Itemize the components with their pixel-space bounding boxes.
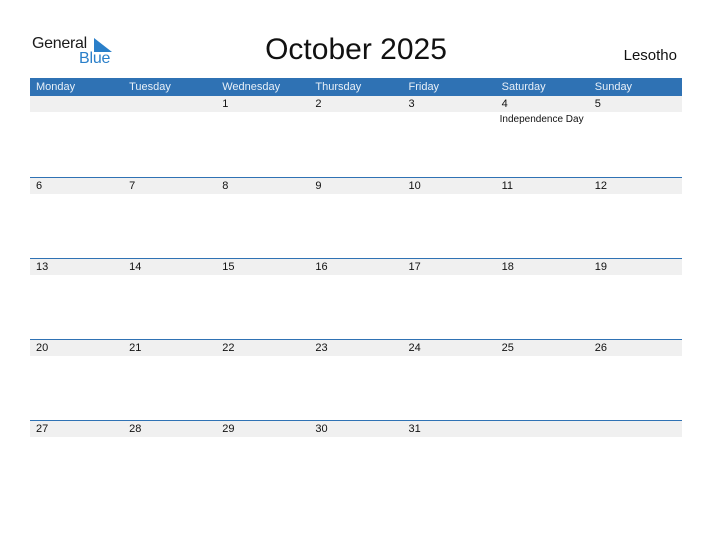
day-cell: 14 (123, 259, 216, 339)
day-number: 22 (222, 342, 235, 354)
day-cell: 8 (216, 178, 309, 258)
day-number: 10 (408, 180, 421, 192)
day-number: 28 (129, 423, 142, 435)
day-cell: 31 (403, 421, 496, 501)
day-cell (30, 96, 123, 176)
week-cells: 27 28 29 30 31 (30, 421, 682, 501)
day-number: 21 (129, 342, 142, 354)
day-number: 18 (501, 261, 514, 273)
day-cell: 5 (589, 96, 682, 176)
day-number: 13 (36, 261, 49, 273)
week-cells: 13 14 15 16 17 18 19 (30, 259, 682, 339)
day-cell: 16 (309, 259, 402, 339)
day-cell: 9 (309, 178, 402, 258)
week-row: 6 7 8 9 10 11 12 (30, 177, 682, 258)
day-cell: 17 (403, 259, 496, 339)
day-number: 31 (408, 423, 421, 435)
day-number: 17 (408, 261, 421, 273)
weekday-header: Monday Tuesday Wednesday Thursday Friday… (30, 78, 682, 96)
country-label: Lesotho (623, 47, 677, 64)
day-cell: 1 (216, 96, 309, 176)
day-number: 19 (594, 261, 607, 273)
day-number: 26 (594, 342, 607, 354)
weekday-label: Thursday (315, 81, 362, 93)
calendar-grid: Monday Tuesday Wednesday Thursday Friday… (30, 78, 682, 501)
day-cell: 28 (123, 421, 216, 501)
weekday-label: Friday (408, 81, 440, 93)
day-number: 5 (594, 98, 601, 110)
day-cell: 19 (589, 259, 682, 339)
day-number: 4 (501, 98, 508, 110)
day-number: 12 (594, 180, 607, 192)
day-cell: 15 (216, 259, 309, 339)
week-row: 1 2 3 4 Independence Day 5 (30, 96, 682, 177)
week-cells: 1 2 3 4 Independence Day 5 (30, 96, 682, 176)
day-cell: 24 (403, 340, 496, 420)
week-cells: 6 7 8 9 10 11 12 (30, 178, 682, 258)
day-cell: 22 (216, 340, 309, 420)
day-number: 23 (315, 342, 328, 354)
week-cells: 20 21 22 23 24 25 26 (30, 340, 682, 420)
day-number: 20 (36, 342, 49, 354)
day-cell: 25 (496, 340, 589, 420)
day-number: 14 (129, 261, 142, 273)
day-cell: 23 (309, 340, 402, 420)
calendar-title: October 2025 (265, 33, 447, 66)
day-cell: 10 (403, 178, 496, 258)
day-cell: 27 (30, 421, 123, 501)
day-cell: 4 Independence Day (496, 96, 589, 176)
day-number: 15 (222, 261, 235, 273)
day-number: 1 (222, 98, 229, 110)
day-cell (496, 421, 589, 501)
day-number: 27 (36, 423, 49, 435)
week-row: 27 28 29 30 31 (30, 420, 682, 501)
day-number: 6 (36, 180, 43, 192)
week-row: 20 21 22 23 24 25 26 (30, 339, 682, 420)
day-number: 9 (315, 180, 322, 192)
day-number: 25 (501, 342, 514, 354)
day-cell: 2 (309, 96, 402, 176)
weekday-label: Monday (36, 81, 76, 93)
weeks-container: 1 2 3 4 Independence Day 5 6 7 8 9 10 11 12 13 14 15 16 1… (30, 96, 682, 501)
day-number: 8 (222, 180, 229, 192)
day-cell: 6 (30, 178, 123, 258)
day-cell: 18 (496, 259, 589, 339)
weekday-label: Wednesday (222, 81, 281, 93)
day-number: 16 (315, 261, 328, 273)
weekday-label: Tuesday (129, 81, 171, 93)
day-cell: 11 (496, 178, 589, 258)
day-cell: 21 (123, 340, 216, 420)
day-cell: 26 (589, 340, 682, 420)
day-number: 2 (315, 98, 322, 110)
day-number: 29 (222, 423, 235, 435)
day-number: 7 (129, 180, 136, 192)
day-number: 11 (501, 180, 514, 192)
day-cell: 30 (309, 421, 402, 501)
day-cell (589, 421, 682, 501)
day-number: 3 (408, 98, 415, 110)
day-number: 24 (408, 342, 421, 354)
day-cell: 3 (403, 96, 496, 176)
weekday-label: Sunday (594, 81, 633, 93)
day-cell: 7 (123, 178, 216, 258)
day-cell (123, 96, 216, 176)
day-number: 30 (315, 423, 328, 435)
holiday-label: Independence Day (499, 114, 584, 125)
day-cell: 29 (216, 421, 309, 501)
day-cell: 13 (30, 259, 123, 339)
week-row: 13 14 15 16 17 18 19 (30, 258, 682, 339)
day-cell: 12 (589, 178, 682, 258)
weekday-label: Saturday (501, 81, 546, 93)
day-cell: 20 (30, 340, 123, 420)
